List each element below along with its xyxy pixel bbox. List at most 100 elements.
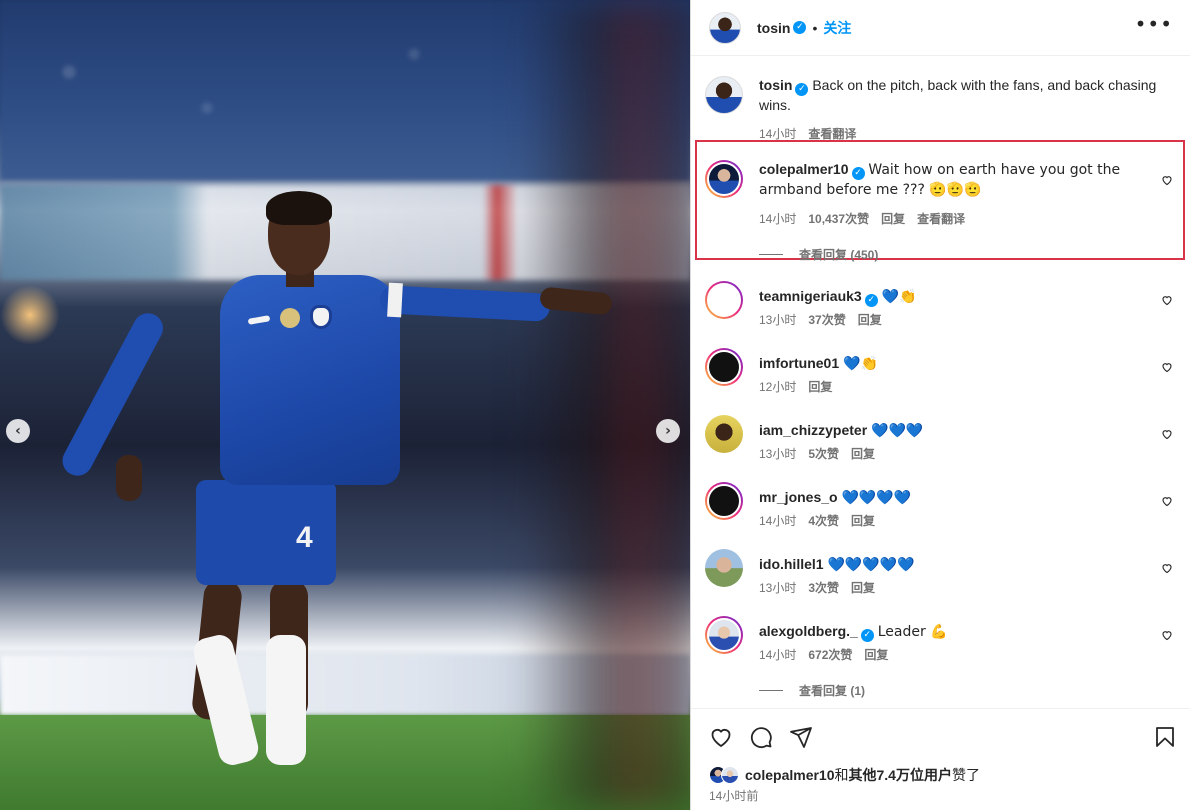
- comment-heart-icon[interactable]: [1161, 293, 1173, 306]
- shorts-number: 4: [296, 521, 313, 554]
- comment-heart-icon[interactable]: [1161, 173, 1173, 186]
- comment-username[interactable]: ido.hillel1: [759, 556, 824, 572]
- stadium-light: [0, 285, 60, 345]
- post-timestamp: 14小时前: [709, 789, 759, 803]
- commenter-avatar[interactable]: [707, 618, 741, 652]
- commenter-avatar[interactable]: [707, 350, 741, 384]
- author-username[interactable]: tosin: [757, 20, 790, 36]
- heart-icon[interactable]: [709, 725, 733, 749]
- caption-text: Back on the pitch, back with the fans, a…: [759, 77, 1157, 113]
- player-shorts: [196, 480, 336, 585]
- reply-button[interactable]: 回复: [881, 210, 905, 227]
- comment-meta: 14小时 672次赞 回复: [759, 646, 888, 663]
- comment-likes-count[interactable]: 10,437次赞: [808, 210, 869, 227]
- caption-username[interactable]: tosin: [759, 77, 792, 93]
- story-ring: [705, 281, 743, 319]
- player-left-arm: [57, 307, 169, 481]
- club-crest: [310, 305, 332, 329]
- more-options-icon[interactable]: •••: [1135, 14, 1173, 34]
- comment-body: imfortune01 💙👏: [759, 354, 1159, 374]
- send-icon[interactable]: [789, 725, 813, 749]
- comment-time: 13小时: [759, 313, 797, 327]
- comment-text: 💙👏: [881, 289, 917, 305]
- commenter-avatar[interactable]: [707, 283, 741, 317]
- comment-text: 💙💙💙: [871, 423, 924, 439]
- liked-by-others[interactable]: 其他7.4万位用户: [849, 765, 952, 785]
- separator-dot: •: [812, 19, 818, 36]
- story-ring: [705, 482, 743, 520]
- captain-armband: [387, 282, 403, 318]
- post-side-panel: tosin ✓ • 关注 ••• tosin ✓ Back on the pitc…: [690, 0, 1190, 810]
- player-figure: 4: [57, 191, 630, 810]
- verified-badge-icon: ✓: [795, 83, 809, 96]
- comment-time: 13小时: [759, 447, 797, 461]
- comment-heart-icon[interactable]: [1161, 494, 1173, 507]
- comment-likes-count[interactable]: 672次赞: [808, 646, 852, 663]
- comment-username[interactable]: mr_jones_o: [759, 489, 838, 505]
- comment-meta: 13小时 3次赞 回复: [759, 579, 875, 596]
- commenter-avatar[interactable]: [707, 162, 741, 196]
- likes-summary: colepalmer10 和 其他7.4万位用户 赞了: [709, 765, 980, 785]
- liker-avatar[interactable]: [721, 766, 739, 784]
- reply-button[interactable]: 回复: [864, 646, 888, 663]
- comment-time: 14小时: [759, 212, 797, 226]
- replies-divider: [759, 254, 783, 255]
- view-replies-label: 查看回复 (450): [799, 248, 879, 262]
- reply-button[interactable]: 回复: [858, 311, 882, 328]
- comment-icon[interactable]: [749, 725, 773, 749]
- commenter-avatar[interactable]: [705, 549, 743, 587]
- comment-text: Leader 💪: [877, 624, 948, 640]
- player-left-hand: [116, 455, 142, 501]
- bookmark-icon[interactable]: [1153, 725, 1177, 749]
- liked-by-conjunction: 和: [834, 767, 849, 783]
- reply-button[interactable]: 回复: [808, 378, 832, 395]
- commenter-avatar[interactable]: [705, 415, 743, 453]
- comment-meta: 12小时 回复: [759, 378, 832, 395]
- view-replies-link[interactable]: 查看回复 (450): [759, 246, 878, 263]
- reply-button[interactable]: 回复: [851, 512, 875, 529]
- comment-username[interactable]: teamnigeriauk3: [759, 288, 862, 304]
- comment-username[interactable]: iam_chizzypeter: [759, 422, 867, 438]
- commenter-avatar[interactable]: [707, 484, 741, 518]
- replies-divider: [759, 690, 783, 691]
- comment-likes-count[interactable]: 3次赞: [808, 579, 839, 596]
- author-avatar[interactable]: [705, 76, 743, 114]
- reply-button[interactable]: 回复: [851, 445, 875, 462]
- reply-button[interactable]: 回复: [851, 579, 875, 596]
- comment-time: 14小时: [759, 648, 797, 662]
- view-replies-link[interactable]: 查看回复 (1): [759, 682, 865, 699]
- author-avatar[interactable]: [709, 11, 741, 44]
- caption-body: tosin ✓ Back on the pitch, back with the …: [759, 76, 1159, 115]
- player-right-sock: [266, 635, 306, 765]
- story-ring: [705, 616, 743, 654]
- follow-button[interactable]: 关注: [823, 18, 851, 38]
- comment-likes-count[interactable]: 4次赞: [808, 512, 839, 529]
- comment-meta: 13小时 5次赞 回复: [759, 445, 875, 462]
- comment-username[interactable]: imfortune01: [759, 355, 839, 371]
- liked-by-username[interactable]: colepalmer10: [745, 767, 835, 783]
- comment-text: 💙💙💙💙: [841, 490, 912, 506]
- comment-username[interactable]: colepalmer10: [759, 161, 849, 177]
- translate-link[interactable]: 查看翻译: [917, 210, 965, 227]
- player-right-arm: [379, 285, 551, 322]
- player-pointing-hand: [539, 286, 613, 316]
- comment-heart-icon[interactable]: [1161, 360, 1173, 373]
- comment-heart-icon[interactable]: [1161, 561, 1173, 574]
- comment-likes-count[interactable]: 37次赞: [808, 311, 845, 328]
- avatar-wrapper: [705, 549, 743, 587]
- comment-heart-icon[interactable]: [1161, 628, 1173, 641]
- carousel-prev-button[interactable]: ‹: [6, 419, 30, 443]
- comment-time: 12小时: [759, 380, 797, 394]
- comment-username[interactable]: alexgoldberg._: [759, 623, 858, 639]
- comment-time: 13小时: [759, 581, 797, 595]
- comment-body: teamnigeriauk3 ✓ 💙👏: [759, 287, 1159, 307]
- comment-heart-icon[interactable]: [1161, 427, 1173, 440]
- comment-body: mr_jones_o 💙💙💙💙: [759, 488, 1159, 508]
- league-badge: [280, 308, 300, 328]
- carousel-next-button[interactable]: ›: [656, 419, 680, 443]
- comment-likes-count[interactable]: 5次赞: [808, 445, 839, 462]
- liked-by-suffix: 赞了: [951, 767, 980, 783]
- post-actions: colepalmer10 和 其他7.4万位用户 赞了 14小时前: [691, 708, 1190, 810]
- comment-meta: 14小时 4次赞 回复: [759, 512, 875, 529]
- comment-meta: 14小时 10,437次赞 回复 查看翻译: [759, 210, 965, 227]
